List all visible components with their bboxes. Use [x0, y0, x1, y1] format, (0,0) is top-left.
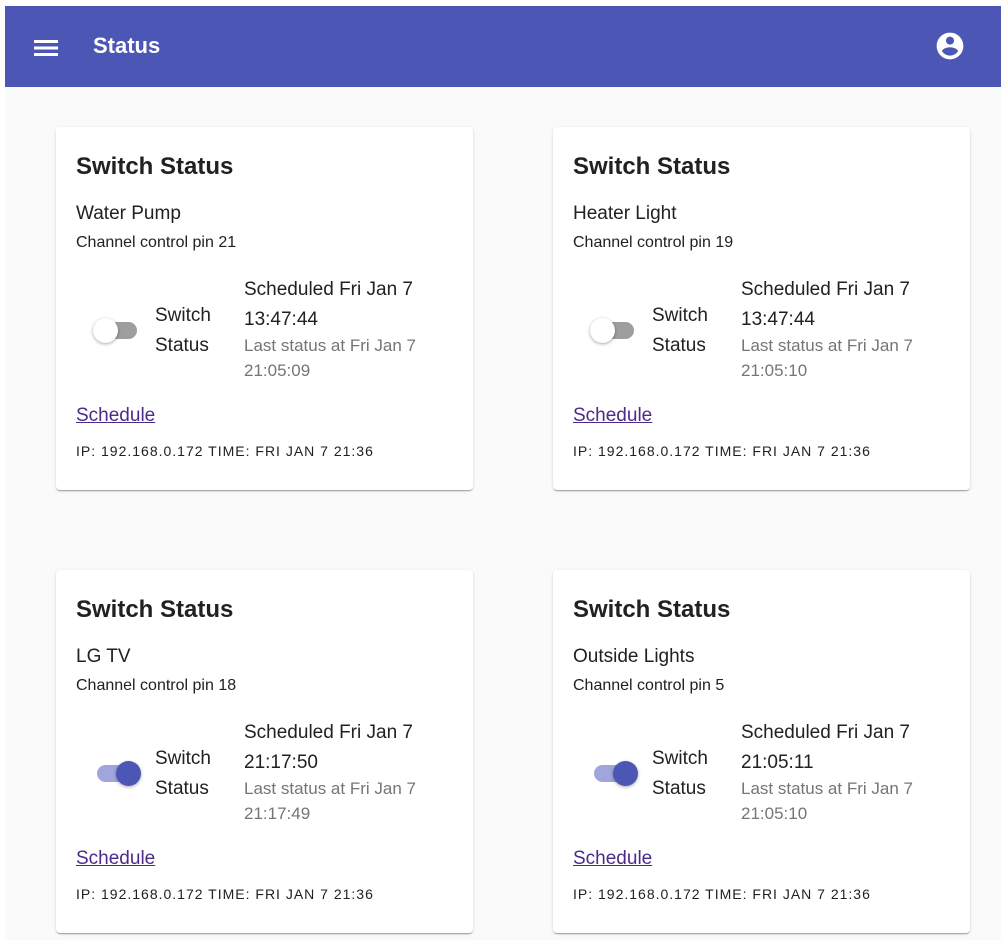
last-status: Last status at Fri Jan 7 21:05:09: [244, 336, 416, 380]
switch-thumb: [590, 318, 615, 343]
app-window: Status Switch Status Water Pump Channel …: [5, 6, 1001, 940]
switch-label: Switch Status: [155, 305, 211, 356]
scheduled-time: Scheduled Fri Jan 7 13:47:44: [244, 279, 413, 330]
schedule-link[interactable]: Schedule: [76, 404, 155, 428]
device-name: LG TV: [76, 646, 131, 667]
device-info: IP: 192.168.0.172 TIME: FRI JAN 7 21:36: [76, 443, 374, 459]
card-title: Switch Status: [76, 153, 234, 180]
switch-card-heater-light: Switch Status Heater Light Channel contr…: [553, 127, 970, 490]
status-switch[interactable]: [91, 755, 141, 789]
switch-card-water-pump: Switch Status Water Pump Channel control…: [56, 127, 473, 490]
schedule-link[interactable]: Schedule: [573, 404, 652, 428]
switch-card-lg-tv: Switch Status LG TV Channel control pin …: [56, 570, 473, 933]
channel-pin: Channel control pin 21: [76, 234, 237, 251]
channel-pin: Channel control pin 18: [76, 677, 237, 694]
switch-card-outside-lights: Switch Status Outside Lights Channel con…: [553, 570, 970, 933]
device-info: IP: 192.168.0.172 TIME: FRI JAN 7 21:36: [76, 886, 374, 902]
switch-label: Switch Status: [652, 305, 708, 356]
last-status: Last status at Fri Jan 7 21:17:49: [244, 779, 416, 823]
switch-thumb: [93, 318, 118, 343]
switch-label: Switch Status: [652, 748, 708, 799]
device-name: Heater Light: [573, 203, 677, 224]
scheduled-time: Scheduled Fri Jan 7 21:17:50: [244, 722, 413, 773]
card-title: Switch Status: [573, 596, 731, 623]
device-name: Outside Lights: [573, 646, 695, 667]
switch-label: Switch Status: [155, 748, 211, 799]
schedule-link[interactable]: Schedule: [573, 847, 652, 871]
device-info: IP: 192.168.0.172 TIME: FRI JAN 7 21:36: [573, 443, 871, 459]
menu-button[interactable]: [28, 34, 64, 62]
status-switch[interactable]: [588, 755, 638, 789]
app-bar: Status: [5, 6, 1001, 87]
card-title: Switch Status: [573, 153, 731, 180]
page-title: Status: [93, 33, 161, 58]
switch-thumb: [116, 761, 141, 786]
device-info: IP: 192.168.0.172 TIME: FRI JAN 7 21:36: [573, 886, 871, 902]
scheduled-time: Scheduled Fri Jan 7 21:05:11: [741, 722, 910, 773]
card-title: Switch Status: [76, 596, 234, 623]
schedule-link[interactable]: Schedule: [76, 847, 155, 871]
status-switch[interactable]: [91, 312, 141, 346]
channel-pin: Channel control pin 5: [573, 677, 725, 694]
switch-thumb: [613, 761, 638, 786]
status-switch[interactable]: [588, 312, 638, 346]
menu-icon: [34, 40, 58, 56]
last-status: Last status at Fri Jan 7 21:05:10: [741, 779, 913, 823]
channel-pin: Channel control pin 19: [573, 234, 734, 251]
account-button[interactable]: [934, 30, 966, 62]
device-name: Water Pump: [76, 203, 181, 224]
account-circle-icon: [936, 32, 964, 60]
scheduled-time: Scheduled Fri Jan 7 13:47:44: [741, 279, 910, 330]
last-status: Last status at Fri Jan 7 21:05:10: [741, 336, 913, 380]
